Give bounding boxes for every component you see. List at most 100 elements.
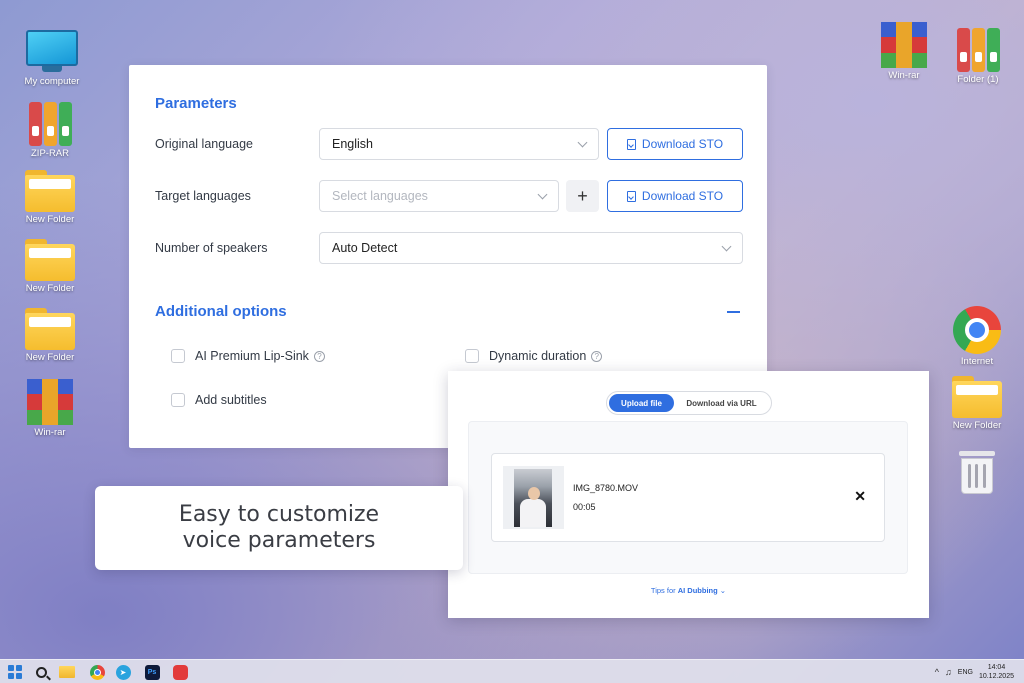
windows-start-icon — [8, 665, 22, 679]
taskbar-chrome[interactable] — [88, 663, 106, 681]
tray-media-icon[interactable]: ♫ — [945, 667, 952, 677]
desktop-icon-winrar[interactable]: Win-rar — [20, 379, 80, 438]
clock-time: 14:04 — [987, 664, 1006, 671]
folder-icon — [952, 376, 1002, 418]
option-lip-sink[interactable]: AI Premium Lip-Sink ? — [171, 349, 325, 363]
app-icon — [172, 664, 188, 680]
option-label: Add subtitles — [195, 393, 267, 407]
checkbox[interactable] — [171, 349, 185, 363]
file-name: IMG_8780.MOV — [573, 483, 639, 493]
winrar-icon — [881, 22, 927, 68]
folder-icon — [25, 239, 75, 281]
caption-line-1: Easy to customize — [178, 502, 380, 527]
download-sto-button-target[interactable]: Download STO — [607, 180, 743, 212]
tab-download-via-url[interactable]: Download via URL — [674, 394, 769, 412]
tray-overflow-icon[interactable]: ^ — [935, 667, 939, 677]
option-label: AI Premium Lip-Sink — [195, 349, 309, 363]
uploaded-file-card: IMG_8780.MOV 00:05 ✕ — [491, 453, 885, 542]
photoshop-icon: Ps — [144, 664, 160, 680]
speakers-value: Auto Detect — [332, 241, 398, 255]
folder-icon — [25, 170, 75, 212]
desktop-icon-label: Folder (1) — [957, 74, 999, 85]
clock[interactable]: 14:04 10.12.2025 — [979, 663, 1014, 681]
desktop-icon-label: New Folder — [25, 214, 75, 225]
upload-panel: Upload file Download via URL IMG_8780.MO… — [448, 371, 929, 618]
chevron-down-icon — [721, 241, 732, 251]
telegram-icon: ➤ — [115, 664, 131, 680]
start-button[interactable] — [6, 663, 24, 681]
taskbar-photoshop[interactable]: Ps — [143, 663, 161, 681]
desktop-icon-new-folder-2[interactable]: New Folder — [20, 239, 80, 294]
option-dynamic-duration[interactable]: Dynamic duration ? — [465, 349, 603, 363]
promo-caption: Easy to customize voice parameters — [95, 486, 463, 570]
desktop-icon-new-folder-3[interactable]: New Folder — [20, 308, 80, 363]
option-add-subtitles[interactable]: Add subtitles — [171, 393, 267, 407]
clock-date: 10.12.2025 — [978, 673, 1014, 680]
taskbar: ➤ Ps ^ ♫ ENG 14:04 10.12.2025 — [0, 659, 1024, 683]
chevron-down-icon — [537, 189, 548, 199]
help-icon[interactable]: ? — [591, 350, 603, 362]
download-sto-button-original[interactable]: Download STO — [607, 128, 743, 160]
desktop-icon-recycle-bin[interactable] — [947, 451, 1007, 495]
desktop-icon-label: New Folder — [25, 352, 75, 363]
download-file-icon — [626, 190, 636, 202]
tab-upload-file[interactable]: Upload file — [609, 394, 674, 412]
add-language-button[interactable]: + — [566, 180, 599, 212]
desktop-icon-label: Win-rar — [888, 70, 920, 81]
upload-mode-toggle: Upload file Download via URL — [606, 391, 772, 415]
taskbar-search-button[interactable] — [32, 663, 50, 681]
archive-books-icon — [27, 102, 73, 146]
file-dropzone[interactable]: IMG_8780.MOV 00:05 ✕ — [468, 421, 908, 574]
language-indicator[interactable]: ENG — [958, 669, 973, 676]
computer-icon — [26, 30, 78, 74]
chevron-down-icon: ⌄ — [719, 586, 727, 595]
desktop-icon-new-folder-1[interactable]: New Folder — [20, 170, 80, 225]
search-icon — [35, 666, 47, 678]
speakers-select[interactable]: Auto Detect — [319, 232, 743, 264]
desktop-icon-label: New Folder — [952, 420, 1002, 431]
taskbar-telegram[interactable]: ➤ — [114, 663, 132, 681]
taskbar-file-explorer[interactable] — [58, 663, 76, 681]
original-language-select[interactable]: English — [319, 128, 599, 160]
video-thumbnail — [503, 466, 564, 529]
target-languages-select[interactable]: Select languages — [319, 180, 559, 212]
recycle-bin-icon — [959, 451, 995, 495]
target-languages-label: Target languages — [155, 189, 251, 203]
desktop-icon-label: ZIP-RAR — [31, 148, 69, 159]
tips-bold: AI Dubbing — [677, 586, 718, 595]
desktop-icon-folder-1[interactable]: Folder (1) — [948, 28, 1008, 85]
original-language-label: Original language — [155, 137, 253, 151]
desktop-icon-label: My computer — [24, 76, 80, 87]
checkbox[interactable] — [465, 349, 479, 363]
speakers-label: Number of speakers — [155, 241, 268, 255]
option-label: Dynamic duration — [489, 349, 587, 363]
chevron-down-icon — [577, 137, 588, 147]
archive-books-icon — [955, 28, 1001, 72]
folder-icon — [25, 308, 75, 350]
desktop-icon-label: Internet — [960, 356, 994, 367]
desktop-icon-winrar-right[interactable]: Win-rar — [874, 22, 934, 81]
desktop-icon-new-folder-right[interactable]: New Folder — [947, 376, 1007, 431]
remove-file-icon[interactable]: ✕ — [854, 488, 866, 505]
download-sto-label: Download STO — [641, 137, 724, 151]
winrar-icon — [27, 379, 73, 425]
checkbox[interactable] — [171, 393, 185, 407]
help-icon[interactable]: ? — [313, 350, 325, 362]
desktop-icon-zip-rar[interactable]: ZIP-RAR — [20, 102, 80, 159]
parameters-title: Parameters — [155, 95, 237, 112]
collapse-minus-icon[interactable] — [727, 311, 740, 313]
desktop-icon-my-computer[interactable]: My computer — [22, 30, 82, 87]
desktop-icon-internet[interactable]: Internet — [947, 306, 1007, 367]
caption-line-2: voice parameters — [182, 528, 376, 553]
download-file-icon — [626, 138, 636, 150]
folder-icon — [59, 666, 75, 678]
tips-link[interactable]: Tips for AI Dubbing ⌄ — [448, 586, 929, 595]
download-sto-label: Download STO — [641, 189, 724, 203]
chrome-icon — [89, 664, 105, 680]
taskbar-app[interactable] — [171, 663, 189, 681]
original-language-value: English — [332, 137, 373, 151]
file-duration: 00:05 — [573, 502, 596, 512]
desktop-icon-label: New Folder — [25, 283, 75, 294]
tips-prefix: Tips for — [650, 586, 678, 595]
system-tray: ^ ♫ ENG 14:04 10.12.2025 — [935, 662, 1014, 682]
